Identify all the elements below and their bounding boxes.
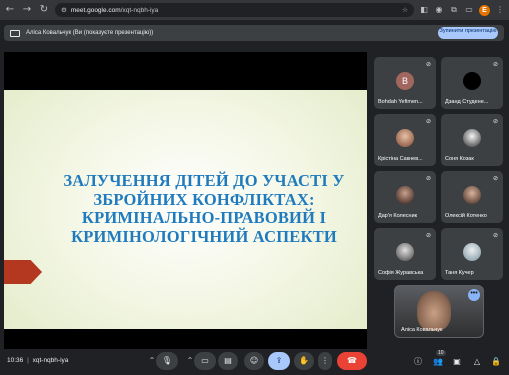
stop-presenting-button[interactable]: Зупинити презентацію [438,27,498,39]
participant-tile[interactable]: ⊘ Дар'я Колесник [374,171,436,223]
chat-icon[interactable]: ▣ [451,356,463,368]
mic-off-icon: ⊘ [425,61,431,68]
meeting-code: xqt-nqbh-iya [32,357,69,364]
presentation-stage: ЗАЛУЧЕННЯ ДІТЕЙ ДО УЧАСТІ У ЗБРОЙНИХ КОН… [4,52,367,349]
participant-name: Дзанд Студене... [445,99,489,105]
presenting-banner: Аліса Ковальчук (Ви (показуєте презентац… [4,25,504,41]
host-controls-icon[interactable]: 🔒 [490,356,502,368]
star-icon[interactable]: ☆ [402,6,408,14]
participant-tile[interactable]: ⊘ Софія Журавська [374,228,436,280]
avatar [396,243,414,261]
extensions-icon[interactable]: ⧉ [449,5,459,15]
raise-hand-button[interactable]: ✋ [294,352,314,370]
avatar [396,129,414,147]
self-video [417,291,451,331]
info-separator: | [27,357,29,364]
participant-name: Таня Кучер [445,270,474,276]
mic-off-icon: ⊘ [492,232,498,239]
extension-icon[interactable]: ◉ [434,5,444,15]
presenting-text: Аліса Ковальчук (Ви (показуєте презентац… [26,30,154,36]
mic-off-icon: ⊘ [492,175,498,182]
avatar: B [396,72,414,90]
mic-button[interactable]: 🎙 [156,352,178,370]
participant-name: Дар'я Колесник [378,213,418,219]
participant-tile[interactable]: ⊘ Таня Кучер [441,228,503,280]
meeting-time: 10:36 [7,357,24,364]
participant-tile[interactable]: ⊘ Дзанд Студене... [441,57,503,109]
participant-tile[interactable]: ⊘ Крістіна Сакнев... [374,114,436,166]
participant-tile[interactable]: ⊘ Соня Козак [441,114,503,166]
present-screen-icon [10,29,20,37]
avatar [463,186,481,204]
meeting-details-icon[interactable]: ⓘ [412,356,424,368]
avatar [396,186,414,204]
browser-toolbar: ← → ↻ ⚙ meet.google.com/xqt-nqbh-iya ☆ ◧… [0,0,509,20]
slide-arrow-decoration [4,260,42,284]
site-info-icon[interactable]: ⚙ [61,6,67,14]
back-icon[interactable]: ← [4,4,16,16]
meeting-controls-bar: 10:36 | xqt-nqbh-iya ^ 🎙 ^ ▭ ▤ ☺ ⇪ ✋ ⋮ ☎… [0,349,509,375]
avatar [463,72,481,90]
address-bar[interactable]: ⚙ meet.google.com/xqt-nqbh-iya ☆ [55,3,414,17]
participant-name: Софія Журавська [378,270,424,276]
participant-name: Соня Козак [445,156,474,162]
split-view-icon[interactable]: ▭ [464,5,474,15]
participant-tile[interactable]: ⊘ Олексій Котенко [441,171,503,223]
mic-off-icon: ⊘ [425,175,431,182]
present-button[interactable]: ⇪ [268,352,290,370]
more-options-button[interactable]: ••• [468,289,480,301]
more-options-button[interactable]: ⋮ [318,352,332,370]
menu-icon[interactable]: ⋮ [495,5,505,15]
url-path: /xqt-nqbh-iya [120,6,159,14]
slide-title: ЗАЛУЧЕННЯ ДІТЕЙ ДО УЧАСТІ У ЗБРОЙНИХ КОН… [63,171,345,246]
participant-name: Bohdah Yefimen... [378,99,423,105]
avatar [463,243,481,261]
reload-icon[interactable]: ↻ [38,4,50,16]
meeting-info: 10:36 | xqt-nqbh-iya [7,357,68,364]
end-call-button[interactable]: ☎ [337,352,367,370]
mic-off-icon: ⊘ [425,118,431,125]
mic-off-icon: ⊘ [492,61,498,68]
self-view-tile[interactable]: ••• Аліса Ковальчук [394,285,484,338]
activities-icon[interactable]: △ [471,356,483,368]
participant-name: Крістіна Сакнев... [378,156,423,162]
mic-off-icon: ⊘ [425,232,431,239]
slide-footer [4,329,367,349]
participant-name: Олексій Котенко [445,213,487,219]
self-name: Аліса Ковальчук [401,327,443,333]
participant-tile[interactable]: ⊘ B Bohdah Yefimen... [374,57,436,109]
mic-off-icon: ⊘ [492,118,498,125]
captions-button[interactable]: ▤ [218,352,238,370]
camera-button[interactable]: ▭ [194,352,216,370]
extension-icon[interactable]: ◧ [419,5,429,15]
presentation-slide: ЗАЛУЧЕННЯ ДІТЕЙ ДО УЧАСТІ У ЗБРОЙНИХ КОН… [4,90,367,349]
url-host: meet.google.com [70,6,121,14]
profile-icon[interactable]: E [479,4,490,16]
emoji-button[interactable]: ☺ [244,352,264,370]
people-icon[interactable]: 👥 [432,356,444,368]
forward-icon[interactable]: → [21,4,33,16]
avatar [463,129,481,147]
